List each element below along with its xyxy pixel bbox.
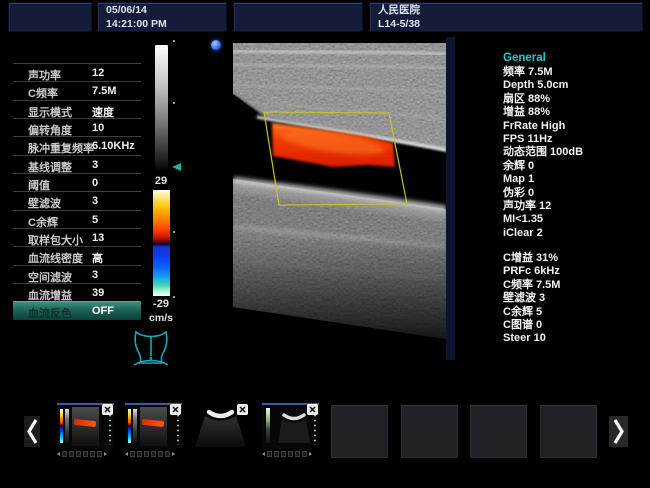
depth-tick xyxy=(173,40,175,42)
thumbnail-mmode[interactable] xyxy=(262,403,319,448)
body-marker-icon xyxy=(132,327,170,374)
param-row-baseline[interactable]: 基线调整3 xyxy=(13,155,141,173)
param-row-color-gain[interactable]: 血流增益39 xyxy=(13,283,141,301)
info-gain: 增益 88% xyxy=(503,106,643,119)
thumbnail-probe[interactable] xyxy=(192,403,249,448)
info-iclear: iClear 2 xyxy=(503,227,643,240)
strip-left-arrow-icon xyxy=(262,452,265,456)
ultrasound-screen: 05/06/14 14:21:00 PM 人民医院 L14-5/38 声功率12… xyxy=(0,0,650,488)
info-frequency: 频率 7.5M xyxy=(503,66,643,79)
info-map: Map 1 xyxy=(503,173,643,186)
param-row-line-density[interactable]: 血流线密度高 xyxy=(13,246,141,264)
ultrasound-image-canvas xyxy=(233,37,455,360)
info-depth: Depth 5.0cm xyxy=(503,79,643,92)
info-prfc: PRFc 6kHz xyxy=(503,265,643,278)
param-row-c-frequency[interactable]: C频率7.5M xyxy=(13,81,141,99)
info-wall-filter: 壁滤波 3 xyxy=(503,292,643,305)
info-mi: MI<1.35 xyxy=(503,213,643,226)
velocity-max-label: 29 xyxy=(145,175,177,187)
ultrasound-image[interactable] xyxy=(233,37,455,360)
strip-left-arrow-icon xyxy=(57,452,60,456)
depth-tick xyxy=(173,231,175,233)
thumbnail-next-button[interactable] xyxy=(609,416,628,447)
thumb-colorbar xyxy=(60,409,63,443)
status-indicator-dot xyxy=(211,40,221,50)
close-icon xyxy=(171,405,180,414)
info-persistence: 余辉 0 xyxy=(503,160,643,173)
param-row-prf[interactable]: 脉冲重复频率6.10KHz xyxy=(13,136,141,154)
param-row-steer-angle[interactable]: 偏转角度10 xyxy=(13,118,141,136)
param-row-spatial-filter[interactable]: 空间滤波3 xyxy=(13,265,141,283)
thumb-flow-blob xyxy=(142,419,165,427)
thumb-image xyxy=(140,407,167,446)
time-text: 14:21:00 PM xyxy=(98,18,226,31)
datetime-box: 05/06/14 14:21:00 PM xyxy=(97,2,227,32)
strip-right-arrow-icon xyxy=(309,452,312,456)
info-framerate: FrRate High xyxy=(503,120,643,133)
thumb-flow-blob xyxy=(74,419,97,427)
info-fps: FPS 11Hz xyxy=(503,133,643,146)
focus-marker-icon xyxy=(172,163,181,171)
general-info-panel: General 频率 7.5M Depth 5.0cm 扇区 88% 增益 88… xyxy=(503,51,643,240)
info-c-frequency: C频率 7.5M xyxy=(503,279,643,292)
strip-right-arrow-icon xyxy=(104,452,107,456)
thumb-image xyxy=(72,407,99,446)
info-c-map: C图谱 0 xyxy=(503,319,643,332)
thumb-graybar xyxy=(133,409,137,443)
close-icon xyxy=(103,405,112,414)
param-row-wall-filter[interactable]: 壁滤波3 xyxy=(13,191,141,209)
exam-info-box xyxy=(233,2,363,32)
cine-frame-strip xyxy=(125,450,182,457)
info-dynamic-range: 动态范围 100dB xyxy=(503,146,643,159)
cine-frame-strip xyxy=(57,450,114,457)
empty-thumbnail-slot xyxy=(331,405,388,458)
parameter-panel: 声功率12 C频率7.5M 显示模式速度 偏转角度10 脉冲重复频率6.10KH… xyxy=(13,63,141,320)
empty-thumbnail-slot xyxy=(470,405,527,458)
param-row-display-mode[interactable]: 显示模式速度 xyxy=(13,100,141,118)
param-row-threshold[interactable]: 阈值0 xyxy=(13,173,141,191)
general-header: General xyxy=(503,51,643,65)
date-text: 05/06/14 xyxy=(98,4,226,17)
thumbnail-doppler-2[interactable] xyxy=(125,403,182,448)
param-row-acoustic-power[interactable]: 声功率12 xyxy=(13,63,141,81)
close-thumbnail-button[interactable] xyxy=(102,404,113,415)
color-info-panel: C增益 31% PRFc 6kHz C频率 7.5M 壁滤波 3 C余辉 5 C… xyxy=(503,252,643,346)
empty-thumbnail-slot xyxy=(540,405,597,458)
strip-right-arrow-icon xyxy=(172,452,175,456)
info-c-gain: C增益 31% xyxy=(503,252,643,265)
close-thumbnail-button[interactable] xyxy=(170,404,181,415)
info-sector: 扇区 88% xyxy=(503,93,643,106)
chevron-left-icon xyxy=(26,416,39,447)
probe-model: L14-5/38 xyxy=(370,18,642,31)
close-thumbnail-button[interactable] xyxy=(307,404,318,415)
color-doppler-bar xyxy=(153,190,170,296)
close-thumbnail-button[interactable] xyxy=(237,404,248,415)
patient-info-box xyxy=(8,2,92,32)
close-icon xyxy=(238,405,247,414)
info-steer: Steer 10 xyxy=(503,332,643,345)
empty-thumbnail-slot xyxy=(401,405,458,458)
cine-frame-strip xyxy=(262,450,319,457)
hospital-probe-box: 人民医院 L14-5/38 xyxy=(369,2,643,32)
info-c-persistence: C余辉 5 xyxy=(503,306,643,319)
param-row-c-persistence[interactable]: C余辉5 xyxy=(13,210,141,228)
close-icon xyxy=(308,405,317,414)
info-acoustic-power: 声功率 12 xyxy=(503,200,643,213)
grayscale-bar xyxy=(155,45,168,171)
thumb-graybar xyxy=(65,409,69,443)
depth-tick xyxy=(173,102,175,104)
strip-left-arrow-icon xyxy=(125,452,128,456)
info-chroma: 伪彩 0 xyxy=(503,187,643,200)
chevron-right-icon xyxy=(612,416,625,447)
thumbnail-prev-button[interactable] xyxy=(24,416,40,447)
velocity-unit-label: cm/s xyxy=(145,312,177,324)
thumb-colorbar xyxy=(128,409,131,443)
velocity-min-label: -29 xyxy=(145,298,177,310)
param-row-flow-invert-selected[interactable]: 血流反色OFF xyxy=(13,301,141,319)
thumbnail-doppler-1[interactable] xyxy=(57,403,114,448)
hospital-name: 人民医院 xyxy=(370,4,642,17)
param-row-packet-size[interactable]: 取样包大小13 xyxy=(13,228,141,246)
